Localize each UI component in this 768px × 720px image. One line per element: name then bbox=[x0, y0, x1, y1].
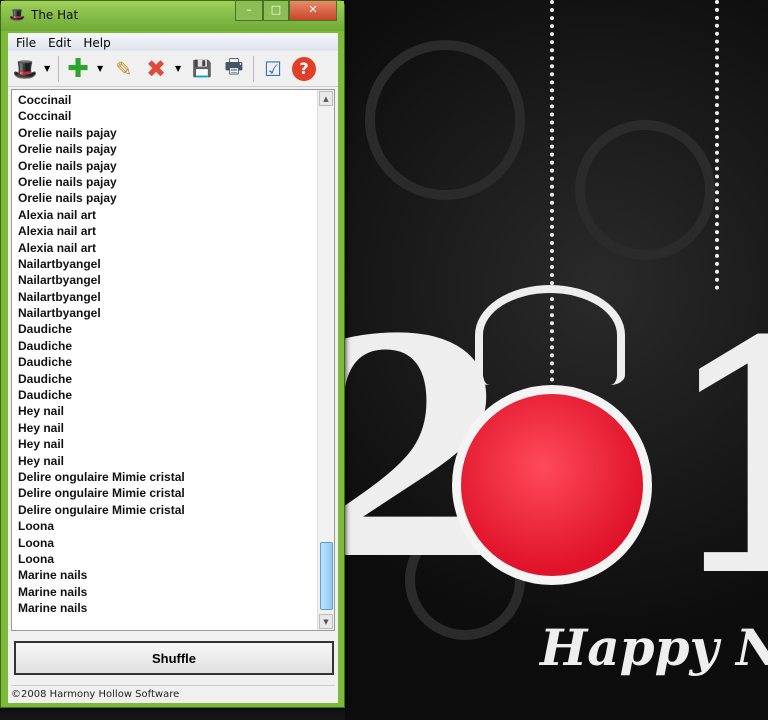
shuffle-button[interactable]: Shuffle bbox=[14, 641, 334, 675]
menu-help[interactable]: Help bbox=[83, 36, 110, 51]
wallpaper-swirl bbox=[365, 40, 525, 200]
delete-icon[interactable]: ✖ bbox=[143, 55, 169, 83]
menu-file[interactable]: File bbox=[16, 36, 36, 51]
desktop-wallpaper: 2 1 Happy N bbox=[345, 0, 768, 720]
list-scrollbar[interactable]: ▲ ▼ bbox=[317, 90, 334, 630]
list-item[interactable]: Coccinail bbox=[18, 92, 334, 108]
list-item[interactable]: Alexia nail art bbox=[18, 240, 334, 256]
toolbar: 🎩 ▼ ✚ ▼ ✎ ✖ ▼ 💾 🖶 ☑ ? bbox=[8, 51, 338, 87]
list-item[interactable]: Loona bbox=[18, 518, 334, 534]
window-title: The Hat bbox=[31, 8, 79, 22]
list-item[interactable]: Coccinail bbox=[18, 108, 334, 124]
list-item[interactable]: Marine nails bbox=[18, 600, 334, 616]
delete-dropdown-icon[interactable]: ▼ bbox=[175, 64, 183, 73]
list-item[interactable]: Loona bbox=[18, 551, 334, 567]
help-icon[interactable]: ? bbox=[292, 56, 316, 81]
list-item[interactable]: Marine nails bbox=[18, 567, 334, 583]
list-item[interactable]: Hey nail bbox=[18, 420, 334, 436]
list-item[interactable]: Daudiche bbox=[18, 321, 334, 337]
list-item[interactable]: Hey nail bbox=[18, 453, 334, 469]
list-item[interactable]: Marine nails bbox=[18, 584, 334, 600]
app-hat-icon: 🎩 bbox=[9, 8, 26, 23]
ornament-string bbox=[715, 0, 719, 290]
hat-icon[interactable]: 🎩 bbox=[12, 57, 38, 81]
list-item[interactable]: Orelie nails pajay bbox=[18, 174, 334, 190]
wallpaper-greeting: Happy N bbox=[540, 618, 768, 677]
name-list[interactable]: Coccinail Coccinail Orelie nails pajay Orel… bbox=[11, 89, 335, 631]
list-item[interactable]: Hey nail bbox=[18, 403, 334, 419]
add-icon[interactable]: ✚ bbox=[65, 54, 91, 84]
scrollbar-thumb[interactable] bbox=[320, 542, 333, 610]
list-item[interactable]: Alexia nail art bbox=[18, 223, 334, 239]
red-ornament bbox=[452, 385, 652, 585]
list-item[interactable]: Nailartbyangel bbox=[18, 305, 334, 321]
list-item[interactable]: Orelie nails pajay bbox=[18, 141, 334, 157]
client-area: File Edit Help 🎩 ▼ ✚ ▼ ✎ ✖ ▼ 💾 🖶 ☑ ? Coc… bbox=[8, 33, 338, 703]
ornament-bow bbox=[475, 285, 625, 385]
checklist-icon[interactable]: ☑ bbox=[260, 57, 286, 81]
scroll-up-button[interactable]: ▲ bbox=[319, 91, 333, 106]
list-item[interactable]: Loona bbox=[18, 535, 334, 551]
edit-icon[interactable]: ✎ bbox=[111, 57, 137, 81]
close-button[interactable]: ✕ bbox=[289, 1, 337, 21]
status-bar-copyright: ©2008 Harmony Hollow Software bbox=[11, 685, 335, 700]
list-item[interactable]: Hey nail bbox=[18, 436, 334, 452]
list-item[interactable]: Orelie nails pajay bbox=[18, 158, 334, 174]
list-item[interactable]: Delire ongulaire Mimie cristal bbox=[18, 485, 334, 501]
list-item[interactable]: Delire ongulaire Mimie cristal bbox=[18, 469, 334, 485]
list-item[interactable]: Delire ongulaire Mimie cristal bbox=[18, 502, 334, 518]
list-item[interactable]: Daudiche bbox=[18, 354, 334, 370]
list-item[interactable]: Nailartbyangel bbox=[18, 256, 334, 272]
list-item[interactable]: Daudiche bbox=[18, 338, 334, 354]
list-item[interactable]: Orelie nails pajay bbox=[18, 190, 334, 206]
list-item[interactable]: Orelie nails pajay bbox=[18, 125, 334, 141]
wallpaper-swirl bbox=[575, 120, 715, 260]
save-icon[interactable]: 💾 bbox=[189, 59, 215, 78]
title-bar[interactable]: 🎩 The Hat – □ ✕ bbox=[1, 1, 344, 31]
menu-bar: File Edit Help bbox=[8, 33, 338, 51]
hat-dropdown-icon[interactable]: ▼ bbox=[44, 64, 52, 73]
wallpaper-digit-one: 1 bbox=[660, 300, 768, 620]
the-hat-window: 🎩 The Hat – □ ✕ File Edit Help 🎩 ▼ ✚ ▼ ✎… bbox=[0, 0, 345, 708]
list-item[interactable]: Nailartbyangel bbox=[18, 272, 334, 288]
add-dropdown-icon[interactable]: ▼ bbox=[97, 64, 105, 73]
list-item[interactable]: Daudiche bbox=[18, 387, 334, 403]
toolbar-separator bbox=[253, 55, 254, 82]
maximize-button[interactable]: □ bbox=[263, 1, 289, 21]
scroll-down-button[interactable]: ▼ bbox=[319, 614, 333, 629]
menu-edit[interactable]: Edit bbox=[48, 36, 71, 51]
list-item[interactable]: Daudiche bbox=[18, 371, 334, 387]
print-icon[interactable]: 🖶 bbox=[221, 52, 247, 86]
minimize-button[interactable]: – bbox=[235, 1, 263, 21]
list-item[interactable]: Alexia nail art bbox=[18, 207, 334, 223]
list-item[interactable]: Nailartbyangel bbox=[18, 289, 334, 305]
toolbar-separator bbox=[58, 55, 59, 82]
